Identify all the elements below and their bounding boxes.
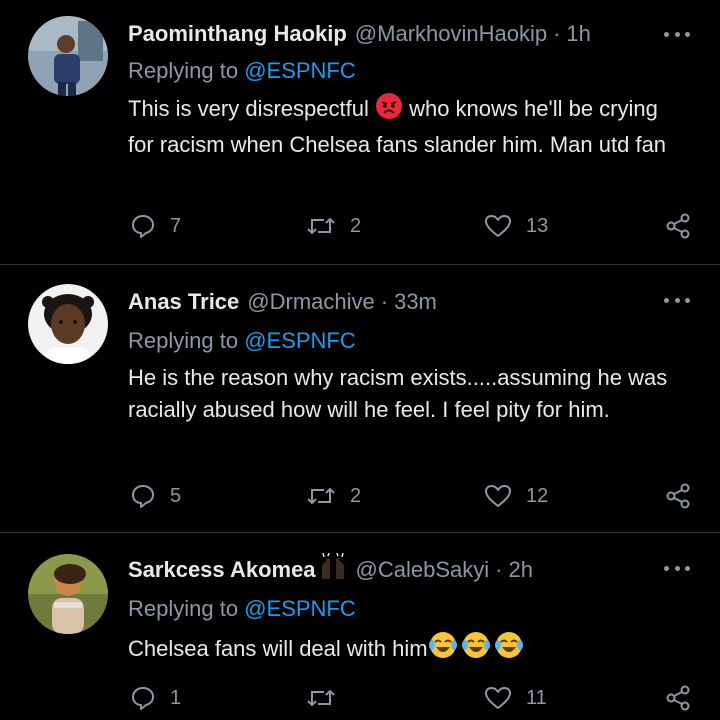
- retweet-button[interactable]: 2: [306, 476, 361, 516]
- reply-icon: [130, 213, 156, 239]
- more-icon[interactable]: [664, 556, 690, 580]
- tweet-actions: 5 2 12: [0, 476, 720, 516]
- tweet-3[interactable]: Sarkcess Akomea @CalebSakyi · 2h Replyin…: [0, 552, 720, 720]
- reply-count: 5: [170, 484, 182, 507]
- retweet-icon: [306, 213, 336, 239]
- avatar[interactable]: [28, 16, 108, 96]
- replying-to: Replying to @ESPNFC: [128, 58, 356, 83]
- divider: [0, 532, 720, 533]
- retweet-button[interactable]: 2: [306, 206, 361, 246]
- like-count: 13: [526, 214, 549, 237]
- tweet-header: Anas Trice @Drmachive · 33m: [128, 286, 437, 318]
- reply-button[interactable]: 1: [130, 678, 181, 718]
- raising-hands-emoji: [318, 552, 348, 587]
- replying-to: Replying to @ESPNFC: [128, 328, 356, 353]
- tweet-text: He is the reason why racism exists.....a…: [128, 365, 668, 422]
- more-icon[interactable]: [664, 22, 690, 46]
- retweet-icon: [306, 483, 336, 509]
- reply-icon: [130, 685, 156, 711]
- like-button[interactable]: 12: [484, 476, 548, 516]
- retweet-count: 2: [350, 484, 362, 507]
- tweet-text: Chelsea fans will deal with him: [128, 630, 688, 669]
- share-icon: [664, 684, 692, 712]
- more-icon[interactable]: [664, 288, 690, 312]
- like-count: 11: [526, 686, 547, 709]
- tweet-2[interactable]: Anas Trice @Drmachive · 33m Replying to …: [0, 284, 720, 532]
- retweet-count: 2: [350, 214, 362, 237]
- timestamp[interactable]: 33m: [394, 289, 437, 315]
- display-name[interactable]: Anas Trice: [128, 289, 239, 315]
- divider: [0, 264, 720, 265]
- like-button[interactable]: 13: [484, 206, 548, 246]
- avatar[interactable]: [28, 284, 108, 364]
- reply-icon: [130, 483, 156, 509]
- mention-link[interactable]: @ESPNFC: [244, 328, 356, 353]
- mention-link[interactable]: @ESPNFC: [244, 596, 356, 621]
- avatar[interactable]: [28, 554, 108, 634]
- tweet-header: Paominthang Haokip @MarkhovinHaokip · 1h: [128, 18, 591, 50]
- separator: ·: [553, 21, 561, 46]
- share-button[interactable]: [664, 678, 692, 718]
- tweet-actions: 1 11: [0, 678, 720, 718]
- replying-to: Replying to @ESPNFC: [128, 596, 356, 621]
- tweet-actions: 7 2 13: [0, 206, 720, 246]
- share-button[interactable]: [664, 206, 692, 246]
- reply-button[interactable]: 5: [130, 476, 181, 516]
- tears-of-joy-emoji: [428, 630, 524, 669]
- like-icon: [484, 483, 512, 509]
- user-handle[interactable]: @MarkhovinHaokip: [355, 21, 547, 47]
- like-button[interactable]: 11: [484, 678, 547, 718]
- angry-face-emoji: [375, 92, 403, 129]
- separator: ·: [380, 289, 389, 314]
- share-icon: [664, 212, 692, 240]
- like-icon: [484, 685, 512, 711]
- reply-count: 7: [170, 214, 182, 237]
- display-name[interactable]: Paominthang Haokip: [128, 21, 347, 47]
- like-count: 12: [526, 484, 549, 507]
- retweet-icon: [306, 685, 336, 711]
- display-name[interactable]: Sarkcess Akomea: [128, 557, 316, 583]
- user-handle[interactable]: @Drmachive: [247, 289, 374, 315]
- mention-link[interactable]: @ESPNFC: [244, 58, 356, 83]
- tweet-1[interactable]: Paominthang Haokip @MarkhovinHaokip · 1h…: [0, 14, 720, 264]
- tweet-text: This is very disrespectful who knows he'…: [128, 92, 688, 161]
- like-icon: [484, 213, 512, 239]
- retweet-button[interactable]: [306, 678, 350, 718]
- reply-button[interactable]: 7: [130, 206, 181, 246]
- timestamp[interactable]: 1h: [566, 21, 590, 47]
- reply-count: 1: [170, 686, 182, 709]
- share-button[interactable]: [664, 476, 692, 516]
- user-handle[interactable]: @CalebSakyi: [356, 557, 490, 583]
- share-icon: [664, 482, 692, 510]
- timestamp[interactable]: 2h: [509, 557, 533, 583]
- separator: ·: [495, 557, 503, 582]
- tweet-header: Sarkcess Akomea @CalebSakyi · 2h: [128, 552, 533, 587]
